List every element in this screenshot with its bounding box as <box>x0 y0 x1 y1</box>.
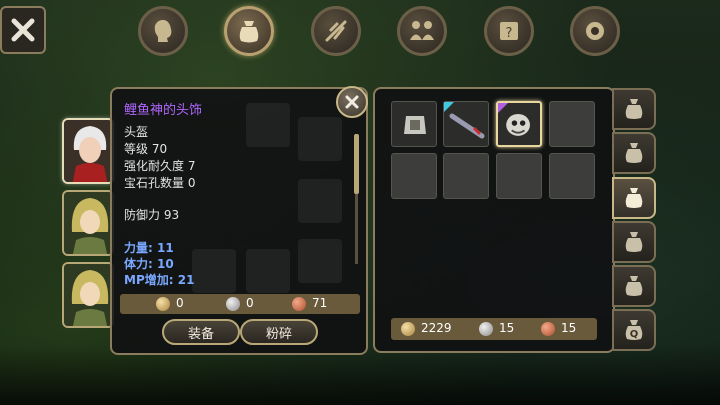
blonde-hero-icon <box>64 192 112 254</box>
bag-icon <box>239 21 259 43</box>
tab-skills[interactable] <box>311 6 361 56</box>
bag-icon <box>625 276 643 296</box>
inventory-slot[interactable] <box>391 153 437 199</box>
portrait-hero-2[interactable] <box>62 190 114 256</box>
tab-bag[interactable] <box>224 6 274 56</box>
bag-tab-3[interactable] <box>612 177 656 219</box>
item-info-panel: 鲤鱼神的头饰 头盔 等级 70 强化耐久度 7 宝石孔数量 0 防御力 93 力… <box>110 87 368 355</box>
price-gold: 0 <box>176 296 184 310</box>
white-hair-hero-icon <box>64 120 112 182</box>
armor-item-icon <box>404 116 426 134</box>
inventory-slot[interactable] <box>443 153 489 199</box>
gold-coin-icon <box>156 297 170 311</box>
inventory-slot[interactable] <box>549 101 595 147</box>
tab-party[interactable] <box>397 6 447 56</box>
copper-coin-icon <box>541 322 555 336</box>
equip-slot-bg <box>298 239 342 283</box>
item-level: 等级 70 <box>124 142 168 156</box>
tab-character[interactable] <box>138 6 188 56</box>
svg-text:?: ? <box>506 26 513 41</box>
tab-quest[interactable]: ? <box>484 6 534 56</box>
item-stat: MP增加: 21 <box>124 273 195 287</box>
quest-scroll-icon: ? <box>500 22 518 41</box>
equip-slot-bg <box>192 249 236 293</box>
item-name: 鲤鱼神的头饰 <box>124 103 203 118</box>
bag-tab-4[interactable] <box>612 221 656 263</box>
inventory-slot[interactable] <box>549 153 595 199</box>
svg-text:Q: Q <box>630 329 639 340</box>
bag-tab-2[interactable] <box>612 132 656 174</box>
bag-icon <box>625 99 643 119</box>
item-stat: 力量: 11 <box>124 241 174 255</box>
epic-item-marker <box>498 103 508 113</box>
bag-icon <box>625 188 643 208</box>
info-close-button[interactable] <box>336 86 368 118</box>
inventory-slot[interactable] <box>496 153 542 199</box>
bag-icon <box>625 232 643 252</box>
quest-bag-tab[interactable]: Q <box>612 309 656 351</box>
portrait-hero-1[interactable] <box>62 118 114 184</box>
price-copper: 71 <box>312 296 328 310</box>
scrollbar-thumb[interactable] <box>354 134 359 194</box>
skill-feather-icon <box>325 20 347 42</box>
item-gem-slots: 宝石孔数量 0 <box>124 176 196 190</box>
money-gold: 2229 <box>421 321 452 335</box>
equip-slot-bg <box>298 117 342 161</box>
gold-coin-icon <box>401 322 415 336</box>
equip-slot-bg <box>246 249 290 293</box>
settings-gear-icon <box>586 22 604 40</box>
silver-coin-icon <box>226 297 240 311</box>
item-stat: 体力: 10 <box>124 257 174 271</box>
bag-icon <box>625 143 643 163</box>
money-copper: 15 <box>561 321 577 335</box>
money-silver: 15 <box>499 321 515 335</box>
item-type: 头盔 <box>124 125 149 139</box>
close-button[interactable] <box>0 6 46 54</box>
equip-button[interactable]: 装备 <box>162 319 240 345</box>
item-durability: 强化耐久度 7 <box>124 159 196 173</box>
close-icon <box>345 95 359 109</box>
inventory-slot[interactable] <box>443 101 489 147</box>
equip-slot-bg <box>298 179 342 223</box>
blonde-hero-icon <box>64 264 112 326</box>
portrait-hero-3[interactable] <box>62 262 114 328</box>
copper-coin-icon <box>292 297 306 311</box>
inventory-panel: 2229 15 15 <box>373 87 615 353</box>
game-screen: ? 鲤鱼神的头饰 头盔 等级 70 强化耐久度 7 宝石孔数量 0 防御力 93… <box>0 0 720 405</box>
inventory-slot-selected[interactable] <box>496 101 542 147</box>
inventory-slot[interactable] <box>391 101 437 147</box>
party-icon <box>410 21 434 40</box>
quest-bag-icon: Q <box>625 320 643 340</box>
equip-slot-bg <box>246 103 290 147</box>
tab-settings[interactable] <box>570 6 620 56</box>
silver-coin-icon <box>479 322 493 336</box>
bag-tab-5[interactable] <box>612 265 656 307</box>
item-defense: 防御力 93 <box>124 208 180 222</box>
head-silhouette-icon <box>154 20 172 42</box>
rare-item-marker <box>444 102 454 112</box>
smash-button[interactable]: 粉碎 <box>240 319 318 345</box>
close-icon <box>11 18 35 42</box>
price-silver: 0 <box>246 296 254 310</box>
sell-price-bar: 0 0 71 <box>120 294 360 314</box>
player-money-bar: 2229 15 15 <box>391 318 597 340</box>
bag-tab-1[interactable] <box>612 88 656 130</box>
